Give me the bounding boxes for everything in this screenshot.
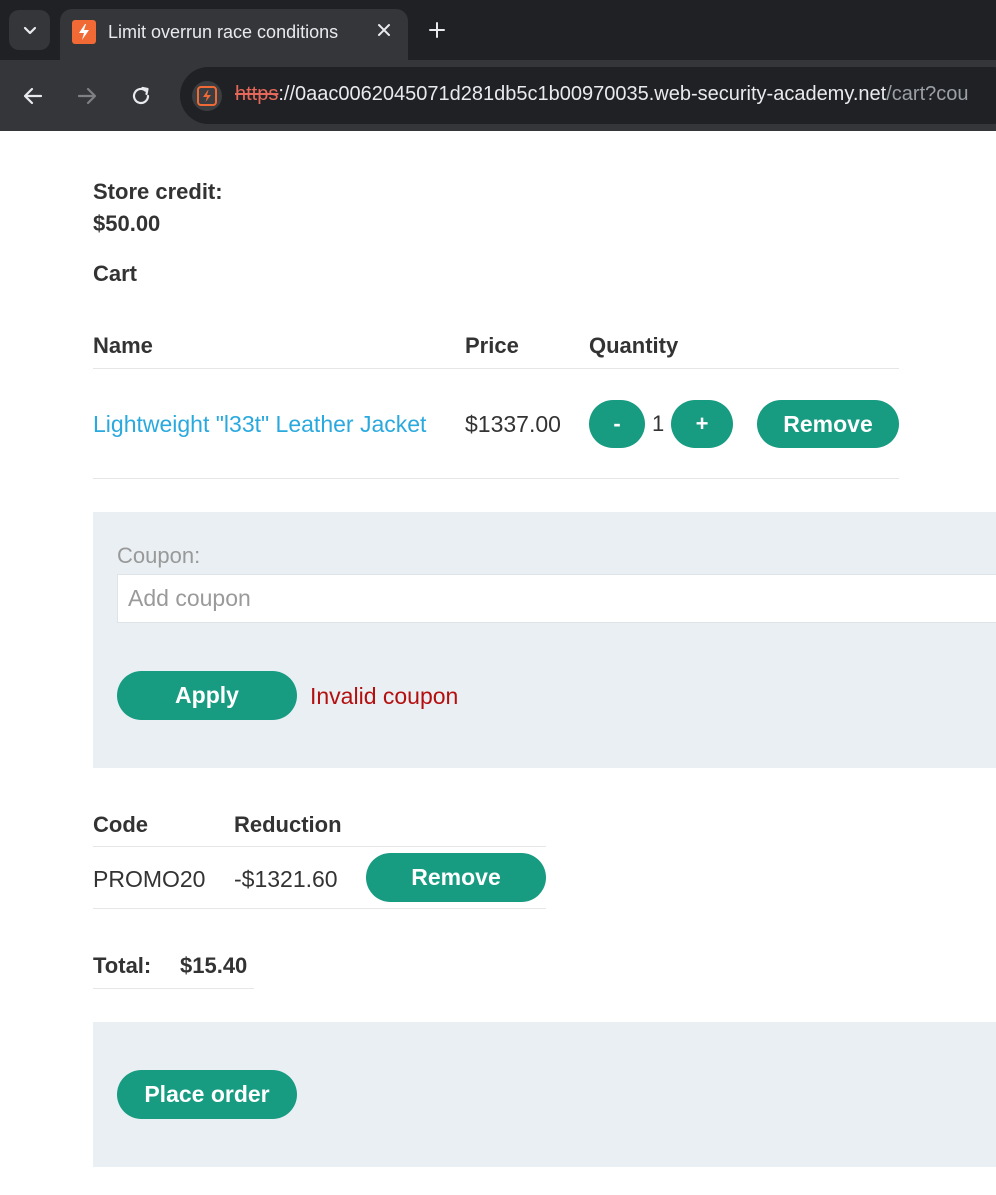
decrease-quantity-button[interactable]: - bbox=[589, 400, 645, 448]
store-credit-value: $50.00 bbox=[93, 211, 161, 236]
new-tab-button[interactable] bbox=[424, 17, 450, 43]
coupon-reduction: -$1321.60 bbox=[234, 866, 338, 892]
column-header-name: Name bbox=[93, 333, 153, 358]
url-text: https://0aac0062045071d281db5c1b00970035… bbox=[235, 83, 969, 106]
coupon-error-message: Invalid coupon bbox=[310, 683, 459, 709]
coupon-form: Coupon: Apply Invalid coupon bbox=[93, 512, 996, 768]
table-divider bbox=[93, 846, 546, 847]
arrow-right-icon bbox=[77, 87, 97, 105]
place-order-button[interactable]: Place order bbox=[117, 1070, 297, 1119]
site-info-icon[interactable] bbox=[192, 81, 222, 111]
table-divider bbox=[93, 478, 899, 479]
remove-coupon-button[interactable]: Remove bbox=[366, 853, 546, 902]
column-header-price: Price bbox=[465, 333, 519, 358]
total-divider bbox=[93, 988, 254, 989]
product-price: $1337.00 bbox=[465, 411, 561, 437]
address-bar[interactable]: https://0aac0062045071d281db5c1b00970035… bbox=[180, 67, 996, 124]
total-value: $15.40 bbox=[180, 953, 248, 978]
column-header-quantity: Quantity bbox=[589, 333, 679, 358]
arrow-left-icon bbox=[23, 87, 43, 105]
quantity-value: 1 bbox=[652, 411, 665, 436]
plus-icon bbox=[429, 22, 445, 38]
column-header-code: Code bbox=[93, 812, 148, 837]
reload-button[interactable] bbox=[127, 82, 155, 110]
url-path: /cart?cou bbox=[886, 83, 969, 105]
place-order-form: Place order bbox=[93, 1022, 996, 1167]
store-credit-label: Store credit: bbox=[93, 179, 223, 204]
tab-title: Limit overrun race conditions bbox=[108, 22, 339, 42]
apply-coupon-button[interactable]: Apply bbox=[117, 671, 297, 720]
url-scheme: https bbox=[235, 83, 279, 105]
close-icon[interactable] bbox=[372, 18, 396, 42]
table-divider bbox=[93, 908, 546, 909]
total-label: Total: bbox=[93, 953, 152, 978]
cart-heading: Cart bbox=[93, 261, 138, 286]
browser-tab-strip: Limit overrun race conditions bbox=[0, 0, 996, 60]
coupon-input[interactable] bbox=[117, 574, 996, 623]
chevron-down-icon bbox=[23, 26, 36, 35]
forward-button[interactable] bbox=[73, 82, 101, 110]
url-host: ://0aac0062045071d281db5c1b00970035.web-… bbox=[278, 83, 887, 105]
coupon-label: Coupon: bbox=[117, 543, 201, 568]
coupon-code: PROMO20 bbox=[93, 866, 206, 892]
lightning-icon bbox=[72, 20, 96, 44]
browser-tab-active[interactable]: Limit overrun race conditions bbox=[60, 9, 408, 60]
reload-icon bbox=[132, 86, 150, 105]
back-button[interactable] bbox=[19, 82, 47, 110]
column-header-reduction: Reduction bbox=[234, 812, 342, 837]
table-divider bbox=[93, 368, 899, 369]
increase-quantity-button[interactable]: + bbox=[671, 400, 733, 448]
tab-search-button[interactable] bbox=[9, 10, 50, 50]
browser-toolbar: https://0aac0062045071d281db5c1b00970035… bbox=[0, 60, 996, 131]
product-link[interactable]: Lightweight "l33t" Leather Jacket bbox=[93, 411, 426, 438]
remove-item-button[interactable]: Remove bbox=[757, 400, 899, 448]
